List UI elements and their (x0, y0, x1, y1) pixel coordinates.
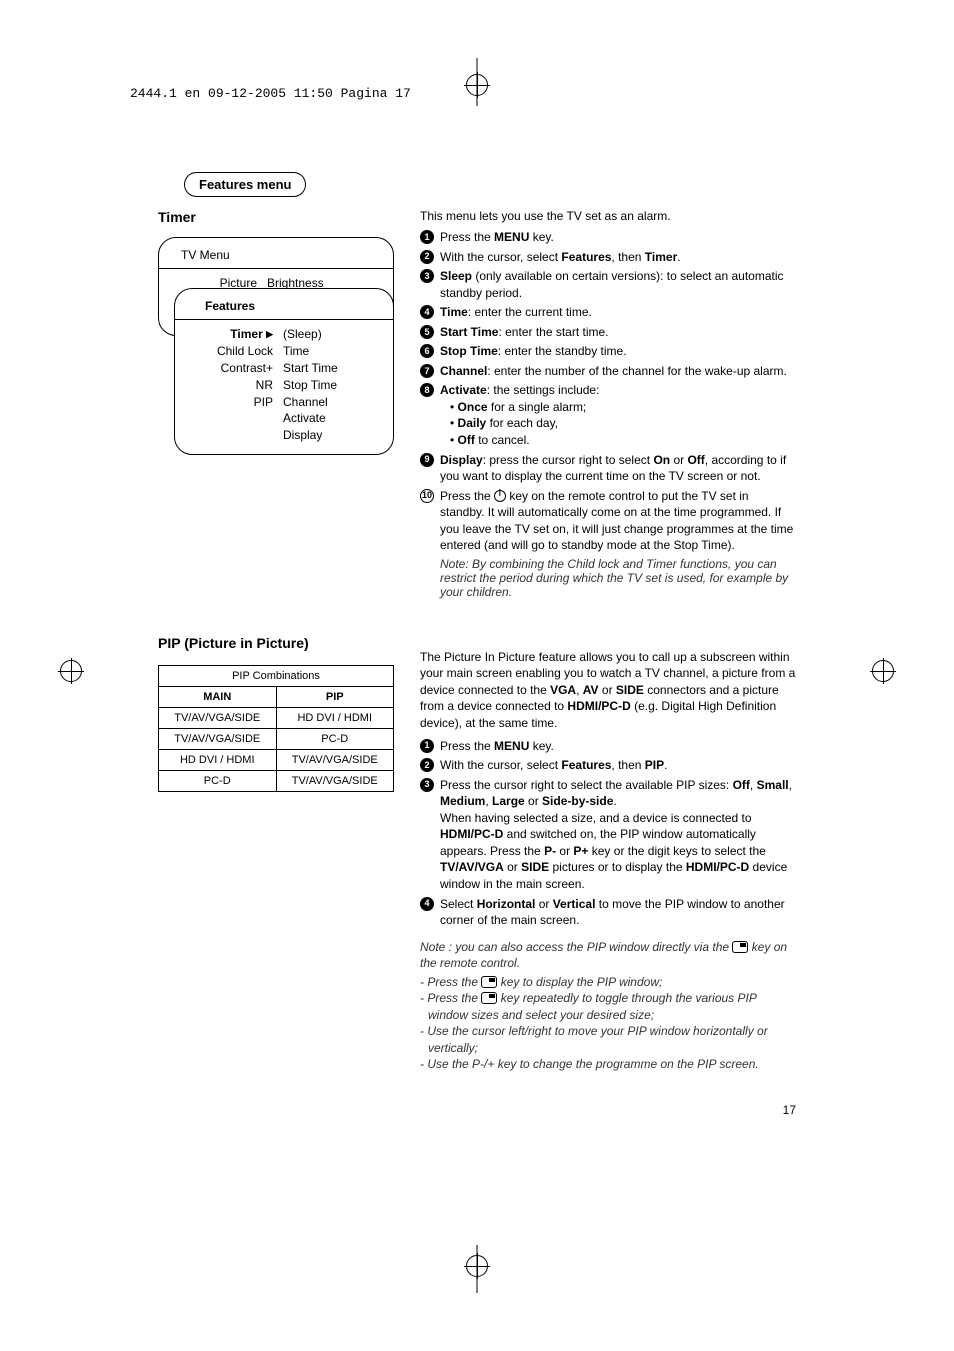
timer-note: Note: By combining the Child lock and Ti… (440, 557, 796, 599)
step-item: 10Press the key on the remote control to… (420, 488, 796, 554)
pip-icon (481, 992, 497, 1004)
step-item: 8Activate: the settings include:• Once f… (420, 382, 796, 448)
step-item: 5Start Time: enter the start time. (420, 324, 796, 341)
registration-mark (872, 660, 894, 682)
step-item: 1Press the MENU key. (420, 229, 796, 246)
menu-row: NRStop Time (197, 377, 371, 394)
step-item: 9Display: press the cursor right to sele… (420, 452, 796, 485)
step-item: 2With the cursor, select Features, then … (420, 757, 796, 774)
pip-note: Note : you can also access the PIP windo… (420, 939, 796, 972)
menu-row: Child LockTime (197, 343, 371, 360)
table-row: TV/AV/VGA/SIDEHD DVI / HDMI (159, 707, 394, 728)
note-bullet: - Press the key to display the PIP windo… (420, 974, 796, 991)
doc-header: 2444.1 en 09-12-2005 11:50 Pagina 17 (130, 86, 411, 101)
step-item: 4Select Horizontal or Vertical to move t… (420, 896, 796, 929)
page-number: 17 (783, 1103, 796, 1117)
pip-icon (732, 941, 748, 953)
table-header: MAIN (159, 686, 277, 707)
pip-combinations-table: PIP Combinations MAIN PIP TV/AV/VGA/SIDE… (158, 665, 394, 792)
step-item: 2With the cursor, select Features, then … (420, 249, 796, 266)
note-bullet: - Use the P-/+ key to change the program… (420, 1056, 796, 1073)
menu-title: TV Menu (159, 248, 393, 268)
menu-row: Display (197, 427, 371, 444)
note-bullet: - Press the key repeatedly to toggle thr… (420, 990, 796, 1023)
step-item: 1Press the MENU key. (420, 738, 796, 755)
table-header: PIP (276, 686, 394, 707)
menu-row: Timer ▶(Sleep) (197, 326, 371, 343)
pip-intro: The Picture In Picture feature allows yo… (420, 649, 796, 732)
table-row: HD DVI / HDMITV/AV/VGA/SIDE (159, 749, 394, 770)
menu-row: PIPChannel (197, 394, 371, 411)
timer-heading: Timer (158, 209, 394, 225)
step-item: 6Stop Time: enter the standby time. (420, 343, 796, 360)
registration-mark (466, 74, 488, 96)
registration-mark (466, 1255, 488, 1277)
table-caption: PIP Combinations (159, 665, 394, 686)
intro-text: This menu lets you use the TV set as an … (420, 209, 796, 223)
pip-icon (481, 976, 497, 988)
table-row: TV/AV/VGA/SIDEPC-D (159, 728, 394, 749)
features-menu-box: Features Timer ▶(Sleep)Child LockTimeCon… (174, 288, 394, 455)
menu-row: Activate (197, 410, 371, 427)
step-item: 3Sleep (only available on certain versio… (420, 268, 796, 301)
power-icon (494, 490, 506, 502)
pip-heading: PIP (Picture in Picture) (158, 635, 394, 651)
step-item: 3Press the cursor right to select the av… (420, 777, 796, 893)
note-bullet: - Use the cursor left/right to move your… (420, 1023, 796, 1056)
step-item: 7Channel: enter the number of the channe… (420, 363, 796, 380)
section-badge: Features menu (184, 172, 306, 197)
registration-mark (60, 660, 82, 682)
menu-title: Features (175, 299, 393, 319)
menu-row: Contrast+Start Time (197, 360, 371, 377)
step-item: 4Time: enter the current time. (420, 304, 796, 321)
table-row: PC-DTV/AV/VGA/SIDE (159, 770, 394, 791)
